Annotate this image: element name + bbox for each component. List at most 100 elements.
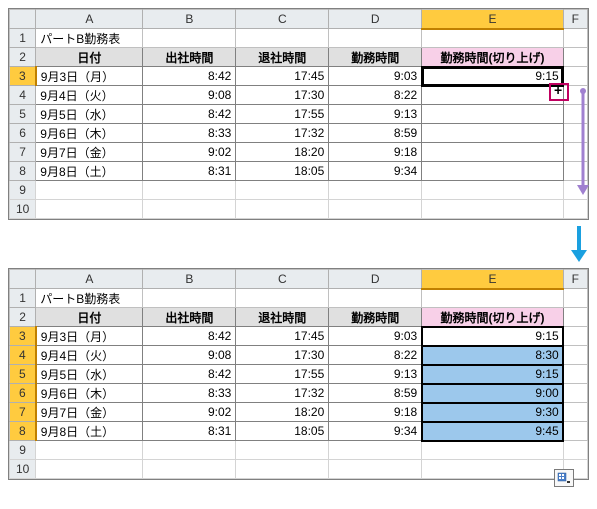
row-7[interactable]: 79月7日（金）9:0218:209:18 [10,143,588,162]
rowhdr-4[interactable]: 4 [10,86,36,105]
row-10[interactable]: 10 [10,200,588,219]
row-8[interactable]: 89月8日（土）8:3118:059:34 [10,162,588,181]
rowhdr-1[interactable]: 1 [10,289,36,308]
title-cell[interactable]: パートB勤務表 [36,29,143,48]
hdr-work[interactable]: 勤務時間 [329,308,422,327]
cell-C5[interactable]: 17:55 [236,105,329,124]
col-A[interactable]: A [36,10,143,29]
rowhdr-9[interactable]: 9 [10,441,36,460]
rowhdr-10[interactable]: 10 [10,200,36,219]
cell-A6[interactable]: 9月6日（木） [36,384,143,403]
rowhdr-5[interactable]: 5 [10,105,36,124]
rowhdr-5[interactable]: 5 [10,365,36,384]
column-headers[interactable]: A B C D E F [10,270,588,289]
cell-A5[interactable]: 9月5日（水） [36,105,143,124]
cell-C4[interactable]: 17:30 [236,346,329,365]
cell-D7[interactable]: 9:18 [329,403,422,422]
cell-A7[interactable]: 9月7日（金） [36,403,143,422]
select-all-corner[interactable] [10,10,36,29]
hdr-round[interactable]: 勤務時間(切り上げ) [422,308,563,327]
cell-D4[interactable]: 8:22 [329,86,422,105]
cell-B4[interactable]: 9:08 [143,346,236,365]
hdr-end[interactable]: 退社時間 [236,308,329,327]
row-6[interactable]: 69月6日（木）8:3317:328:599:00 [10,384,588,403]
rowhdr-2[interactable]: 2 [10,48,36,67]
row-5[interactable]: 59月5日（水）8:4217:559:13 [10,105,588,124]
cell-E7[interactable] [422,143,563,162]
cell-B8[interactable]: 8:31 [143,422,236,441]
col-D[interactable]: D [329,270,422,289]
rowhdr-7[interactable]: 7 [10,143,36,162]
cell-B6[interactable]: 8:33 [143,124,236,143]
row-6[interactable]: 69月6日（木）8:3317:328:59 [10,124,588,143]
cell-B8[interactable]: 8:31 [143,162,236,181]
cell-D8[interactable]: 9:34 [329,422,422,441]
cell-B7[interactable]: 9:02 [143,403,236,422]
cell-A8[interactable]: 9月8日（土） [36,422,143,441]
cell-D5[interactable]: 9:13 [329,365,422,384]
cell-C8[interactable]: 18:05 [236,162,329,181]
rowhdr-6[interactable]: 6 [10,384,36,403]
cell-D6[interactable]: 8:59 [329,384,422,403]
rowhdr-8[interactable]: 8 [10,162,36,181]
cell-C7[interactable]: 18:20 [236,143,329,162]
select-all-corner[interactable] [10,270,36,289]
cell-E5[interactable]: 9:15 [422,365,563,384]
col-F[interactable]: F [563,10,587,29]
cell-C5[interactable]: 17:55 [236,365,329,384]
cell-D7[interactable]: 9:18 [329,143,422,162]
col-E[interactable]: E [422,270,563,289]
grid-before[interactable]: A B C D E F 1 パートB勤務表 2 日付 出社時間 退社時間 勤務時… [9,9,588,219]
title-cell[interactable]: パートB勤務表 [36,289,143,308]
cell-A3[interactable]: 9月3日（月） [36,327,143,346]
row-4[interactable]: 49月4日（火）9:0817:308:228:30 [10,346,588,365]
row-2[interactable]: 2 日付 出社時間 退社時間 勤務時間 勤務時間(切り上げ) [10,48,588,67]
rowhdr-4[interactable]: 4 [10,346,36,365]
row-5[interactable]: 59月5日（水）8:4217:559:139:15 [10,365,588,384]
row-4[interactable]: 49月4日（火）9:0817:308:22 [10,86,588,105]
cell-E4[interactable]: 8:30 [422,346,563,365]
rowhdr-9[interactable]: 9 [10,181,36,200]
cell-D6[interactable]: 8:59 [329,124,422,143]
hdr-date[interactable]: 日付 [36,308,143,327]
row-2[interactable]: 2 日付 出社時間 退社時間 勤務時間 勤務時間(切り上げ) [10,308,588,327]
cell-E6[interactable]: 9:00 [422,384,563,403]
rowhdr-2[interactable]: 2 [10,308,36,327]
col-A[interactable]: A [36,270,143,289]
col-F[interactable]: F [563,270,587,289]
rowhdr-3[interactable]: 3 [10,67,36,86]
rowhdr-7[interactable]: 7 [10,403,36,422]
cell-E5[interactable] [422,105,563,124]
cell-B6[interactable]: 8:33 [143,384,236,403]
cell-D3[interactable]: 9:03 [329,327,422,346]
cell-E3[interactable]: 9:15 [422,67,563,86]
hdr-start[interactable]: 出社時間 [143,308,236,327]
row-9[interactable]: 9 [10,181,588,200]
cell-A5[interactable]: 9月5日（水） [36,365,143,384]
hdr-date[interactable]: 日付 [36,48,143,67]
col-B[interactable]: B [143,270,236,289]
cell-A8[interactable]: 9月8日（土） [36,162,143,181]
rowhdr-3[interactable]: 3 [10,327,36,346]
rowhdr-1[interactable]: 1 [10,29,36,48]
row-10[interactable]: 10 [10,460,588,479]
cell-A3[interactable]: 9月3日（月） [36,67,143,86]
col-B[interactable]: B [143,10,236,29]
hdr-round[interactable]: 勤務時間(切り上げ) [422,48,563,67]
row-3[interactable]: 3 9月3日（月） 8:42 17:45 9:03 9:15 [10,67,588,86]
hdr-start[interactable]: 出社時間 [143,48,236,67]
col-C[interactable]: C [236,10,329,29]
cell-B5[interactable]: 8:42 [143,365,236,384]
cell-E3[interactable]: 9:15 [422,327,563,346]
cell-E6[interactable] [422,124,563,143]
cell-D8[interactable]: 9:34 [329,162,422,181]
cell-C3[interactable]: 17:45 [236,67,329,86]
autofill-options-button[interactable] [554,469,574,487]
rowhdr-8[interactable]: 8 [10,422,36,441]
cell-D4[interactable]: 8:22 [329,346,422,365]
cell-C6[interactable]: 17:32 [236,124,329,143]
cell-B3[interactable]: 8:42 [143,327,236,346]
rowhdr-6[interactable]: 6 [10,124,36,143]
cell-C4[interactable]: 17:30 [236,86,329,105]
cell-C6[interactable]: 17:32 [236,384,329,403]
